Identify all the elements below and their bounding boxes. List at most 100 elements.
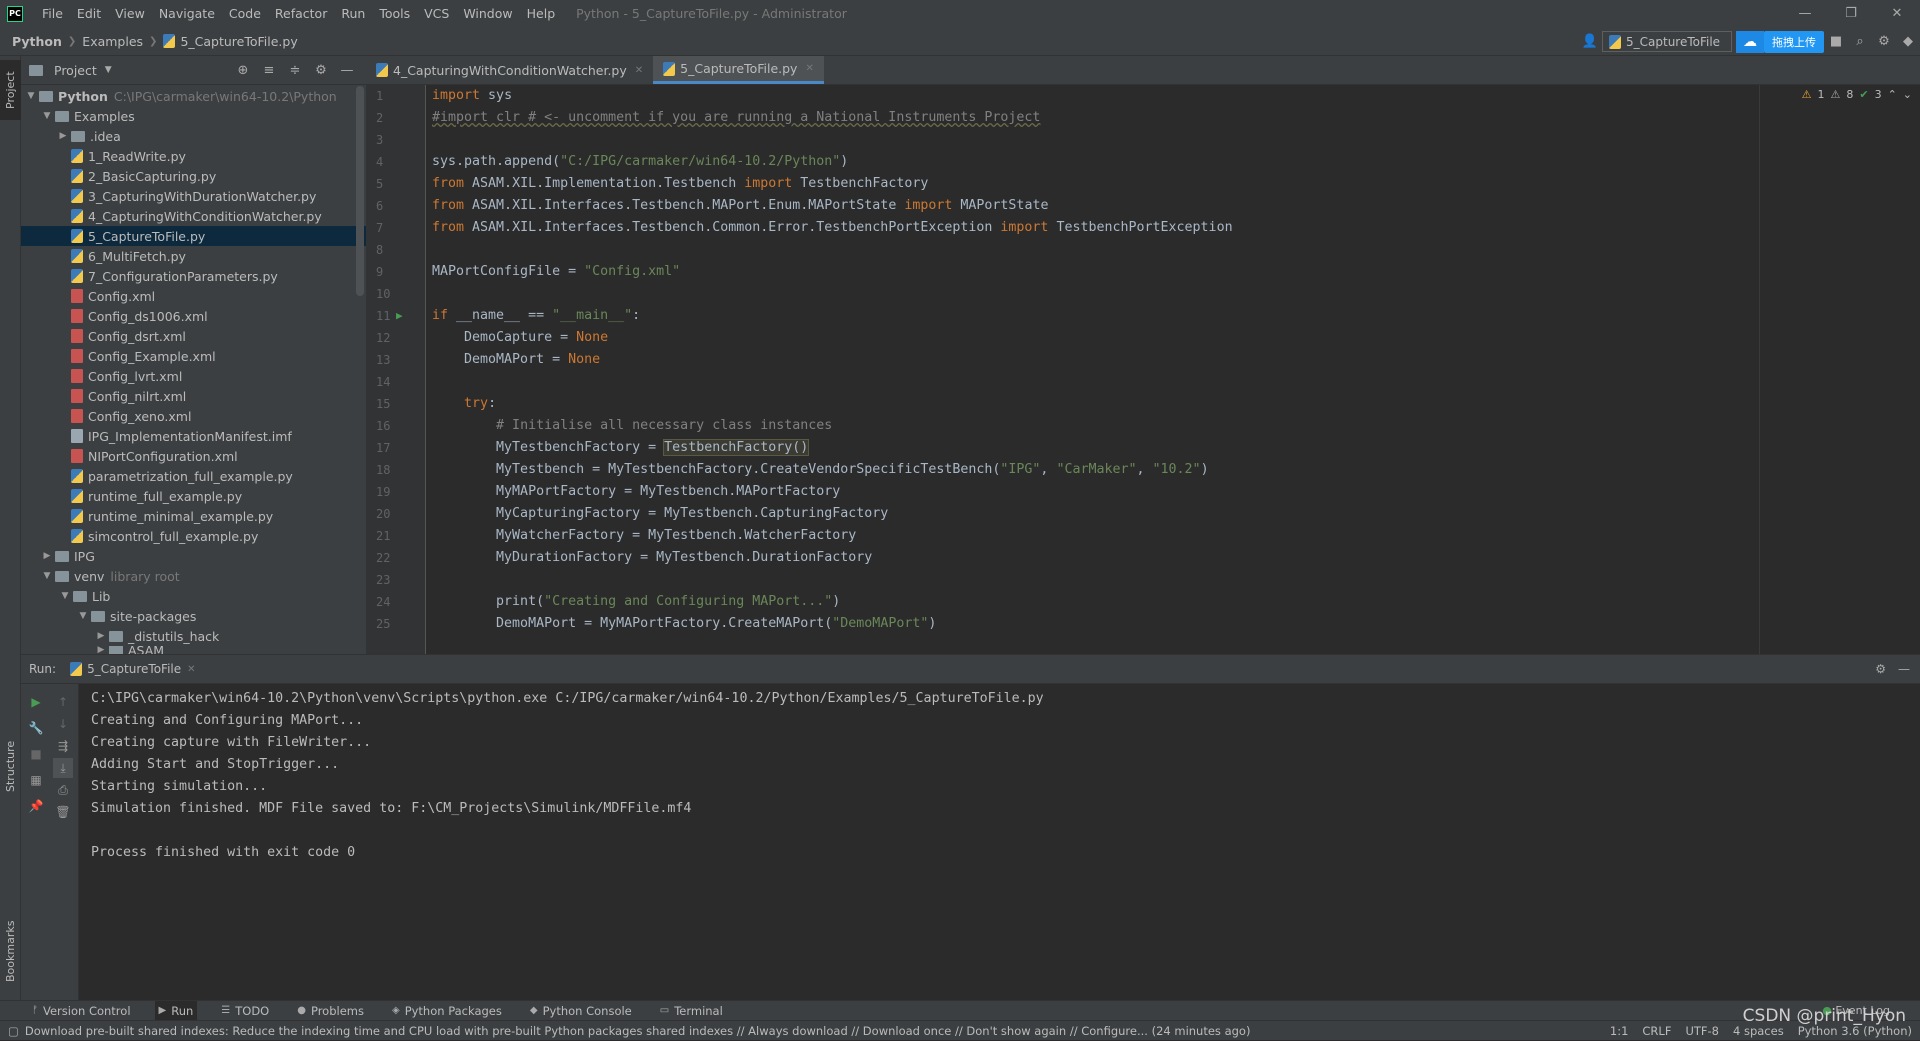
tree-item[interactable]: Config_xeno.xml (21, 406, 366, 426)
menu-window[interactable]: Window (456, 6, 519, 21)
rerun-icon[interactable]: ▶ (26, 692, 46, 712)
tree-folder-lib[interactable]: ▼ Lib (21, 586, 366, 606)
tree-folder-distutils[interactable]: ▶ _distutils_hack (21, 626, 366, 646)
gear-icon[interactable]: ⚙ (308, 63, 334, 78)
gear-icon[interactable]: ⚙ (1875, 662, 1886, 676)
tree-item[interactable]: 7_ConfigurationParameters.py (21, 266, 366, 286)
chevron-down-icon[interactable]: ▼ (23, 91, 39, 101)
status-message[interactable]: Download pre-built shared indexes: Reduc… (25, 1024, 1251, 1038)
chevron-right-icon[interactable]: ▶ (93, 631, 109, 641)
arrow-down-icon[interactable]: ↓ (53, 714, 73, 734)
tree-item[interactable]: runtime_full_example.py (21, 486, 366, 506)
gear-icon[interactable]: ⚙ (1872, 30, 1896, 54)
menu-run[interactable]: Run (334, 6, 372, 21)
tree-item[interactable]: Config_nilrt.xml (21, 386, 366, 406)
line-separator[interactable]: CRLF (1642, 1024, 1671, 1038)
code-area[interactable]: import sys #import clr # <- uncomment if… (432, 85, 1920, 654)
tree-folder-site-packages[interactable]: ▼ site-packages (21, 606, 366, 626)
console-output[interactable]: C:\IPG\carmaker\win64-10.2\Python\venv\S… (91, 688, 1920, 864)
search-icon[interactable]: ⌕ (1848, 30, 1872, 54)
pin-icon[interactable]: 📌 (26, 796, 46, 816)
tree-item[interactable]: simcontrol_full_example.py (21, 526, 366, 546)
project-panel-title[interactable]: Project (54, 63, 97, 78)
project-tool-tab[interactable]: Project (0, 60, 21, 120)
tab-python-packages[interactable]: ◈ Python Packages (388, 1001, 506, 1021)
tree-item[interactable]: Config_Example.xml (21, 346, 366, 366)
close-icon[interactable]: ✕ (635, 65, 643, 76)
chevron-up-icon[interactable]: ⌃ (1888, 88, 1897, 101)
stop-icon[interactable]: ■ (26, 744, 46, 764)
run-tab[interactable]: 5_CaptureToFile ✕ (70, 662, 196, 676)
menu-tools[interactable]: Tools (372, 6, 417, 21)
upload-button[interactable]: 拖拽上传 (1764, 30, 1824, 53)
chevron-down-icon[interactable]: ▼ (105, 65, 112, 75)
tree-item[interactable]: Config_ds1006.xml (21, 306, 366, 326)
tree-folder-asam[interactable]: ▶ ASAM (21, 646, 366, 654)
tab-todo[interactable]: ☰ TODO (217, 1001, 273, 1021)
tab-run[interactable]: ▶ Run (154, 1000, 198, 1021)
tree-item[interactable]: Config.xml (21, 286, 366, 306)
stop-icon[interactable]: ■ (1824, 30, 1848, 54)
cloud-upload-icon[interactable]: ☁ (1736, 30, 1764, 53)
caret-position[interactable]: 1:1 (1610, 1024, 1629, 1038)
close-icon[interactable]: ✕ (805, 63, 813, 74)
update-icon[interactable]: ◆ (1896, 30, 1920, 54)
chevron-right-icon[interactable]: ▶ (39, 551, 55, 561)
tab-terminal[interactable]: ▭ Terminal (656, 1001, 727, 1021)
wrench-icon[interactable]: 🔧 (26, 718, 46, 738)
layout-icon[interactable]: ▦ (26, 770, 46, 790)
restore-icon[interactable]: ❐ (1828, 0, 1874, 27)
tree-item[interactable]: ▶ .idea (21, 126, 366, 146)
tree-item[interactable]: parametrization_full_example.py (21, 466, 366, 486)
breadcrumb-project[interactable]: Python (12, 34, 62, 49)
indent-setting[interactable]: 4 spaces (1733, 1024, 1784, 1038)
trash-icon[interactable]: 🗑 (53, 802, 73, 822)
chevron-down-icon[interactable]: ▼ (39, 571, 55, 581)
tree-item[interactable]: Config_dsrt.xml (21, 326, 366, 346)
soft-wrap-icon[interactable]: ⇶ (53, 736, 73, 756)
tree-folder-venv[interactable]: ▼ venv library root (21, 566, 366, 586)
tree-item[interactable]: 3_CapturingWithDurationWatcher.py (21, 186, 366, 206)
tree-root[interactable]: ▼ Python C:\IPG\carmaker\win64-10.2\Pyth… (21, 86, 366, 106)
chevron-down-icon[interactable]: ▼ (75, 611, 91, 621)
tree-item[interactable]: NIPortConfiguration.xml (21, 446, 366, 466)
user-icon[interactable]: 👤 (1578, 30, 1602, 54)
menu-file[interactable]: File (35, 6, 70, 21)
hide-icon[interactable]: — (334, 63, 360, 78)
menu-vcs[interactable]: VCS (417, 6, 456, 21)
chevron-right-icon[interactable]: ▶ (55, 131, 71, 141)
tree-folder-ipg[interactable]: ▶ IPG (21, 546, 366, 566)
inspection-widget[interactable]: ⚠ 1 ⚠ 8 ✔ 3 ⌃ ⌄ (1802, 88, 1912, 101)
run-gutter-icon[interactable]: ▶ (396, 305, 403, 327)
breadcrumb-file[interactable]: 5_CaptureToFile.py (180, 34, 297, 49)
menu-view[interactable]: View (108, 6, 152, 21)
tree-folder-examples[interactable]: ▼ Examples (21, 106, 366, 126)
tree-item[interactable]: Config_lvrt.xml (21, 366, 366, 386)
menu-code[interactable]: Code (222, 6, 268, 21)
tree-item[interactable]: 1_ReadWrite.py (21, 146, 366, 166)
hide-icon[interactable]: — (1898, 662, 1910, 676)
chevron-down-icon[interactable]: ⌄ (1903, 88, 1912, 101)
collapse-all-icon[interactable]: ≑ (282, 63, 308, 78)
close-icon[interactable]: ✕ (1874, 0, 1920, 27)
tree-item[interactable]: 4_CapturingWithConditionWatcher.py (21, 206, 366, 226)
minimize-icon[interactable]: — (1782, 0, 1828, 27)
interpreter[interactable]: Python 3.6 (Python) (1798, 1024, 1912, 1038)
print-icon[interactable]: ⎙ (53, 780, 73, 800)
arrow-up-icon[interactable]: ↑ (53, 692, 73, 712)
tab-file[interactable]: 4_CapturingWithConditionWatcher.py ✕ (366, 56, 653, 84)
menu-refactor[interactable]: Refactor (268, 6, 334, 21)
structure-tool-tab[interactable]: Structure (0, 726, 21, 806)
tab-version-control[interactable]: ᚠ Version Control (28, 1001, 135, 1021)
tab-python-console[interactable]: ◆ Python Console (526, 1001, 636, 1021)
bookmarks-tool-tab[interactable]: Bookmarks (0, 906, 21, 996)
expand-all-icon[interactable]: ≡ (256, 63, 282, 78)
notification-icon[interactable]: ▢ (8, 1024, 19, 1038)
run-config-select[interactable]: 5_CaptureToFile (1602, 31, 1732, 52)
tree-item[interactable]: runtime_minimal_example.py (21, 506, 366, 526)
tab-problems[interactable]: ● Problems (293, 1001, 368, 1021)
menu-navigate[interactable]: Navigate (152, 6, 222, 21)
project-scrollbar[interactable] (356, 86, 364, 296)
menu-help[interactable]: Help (520, 6, 563, 21)
chevron-down-icon[interactable]: ▼ (39, 111, 55, 121)
